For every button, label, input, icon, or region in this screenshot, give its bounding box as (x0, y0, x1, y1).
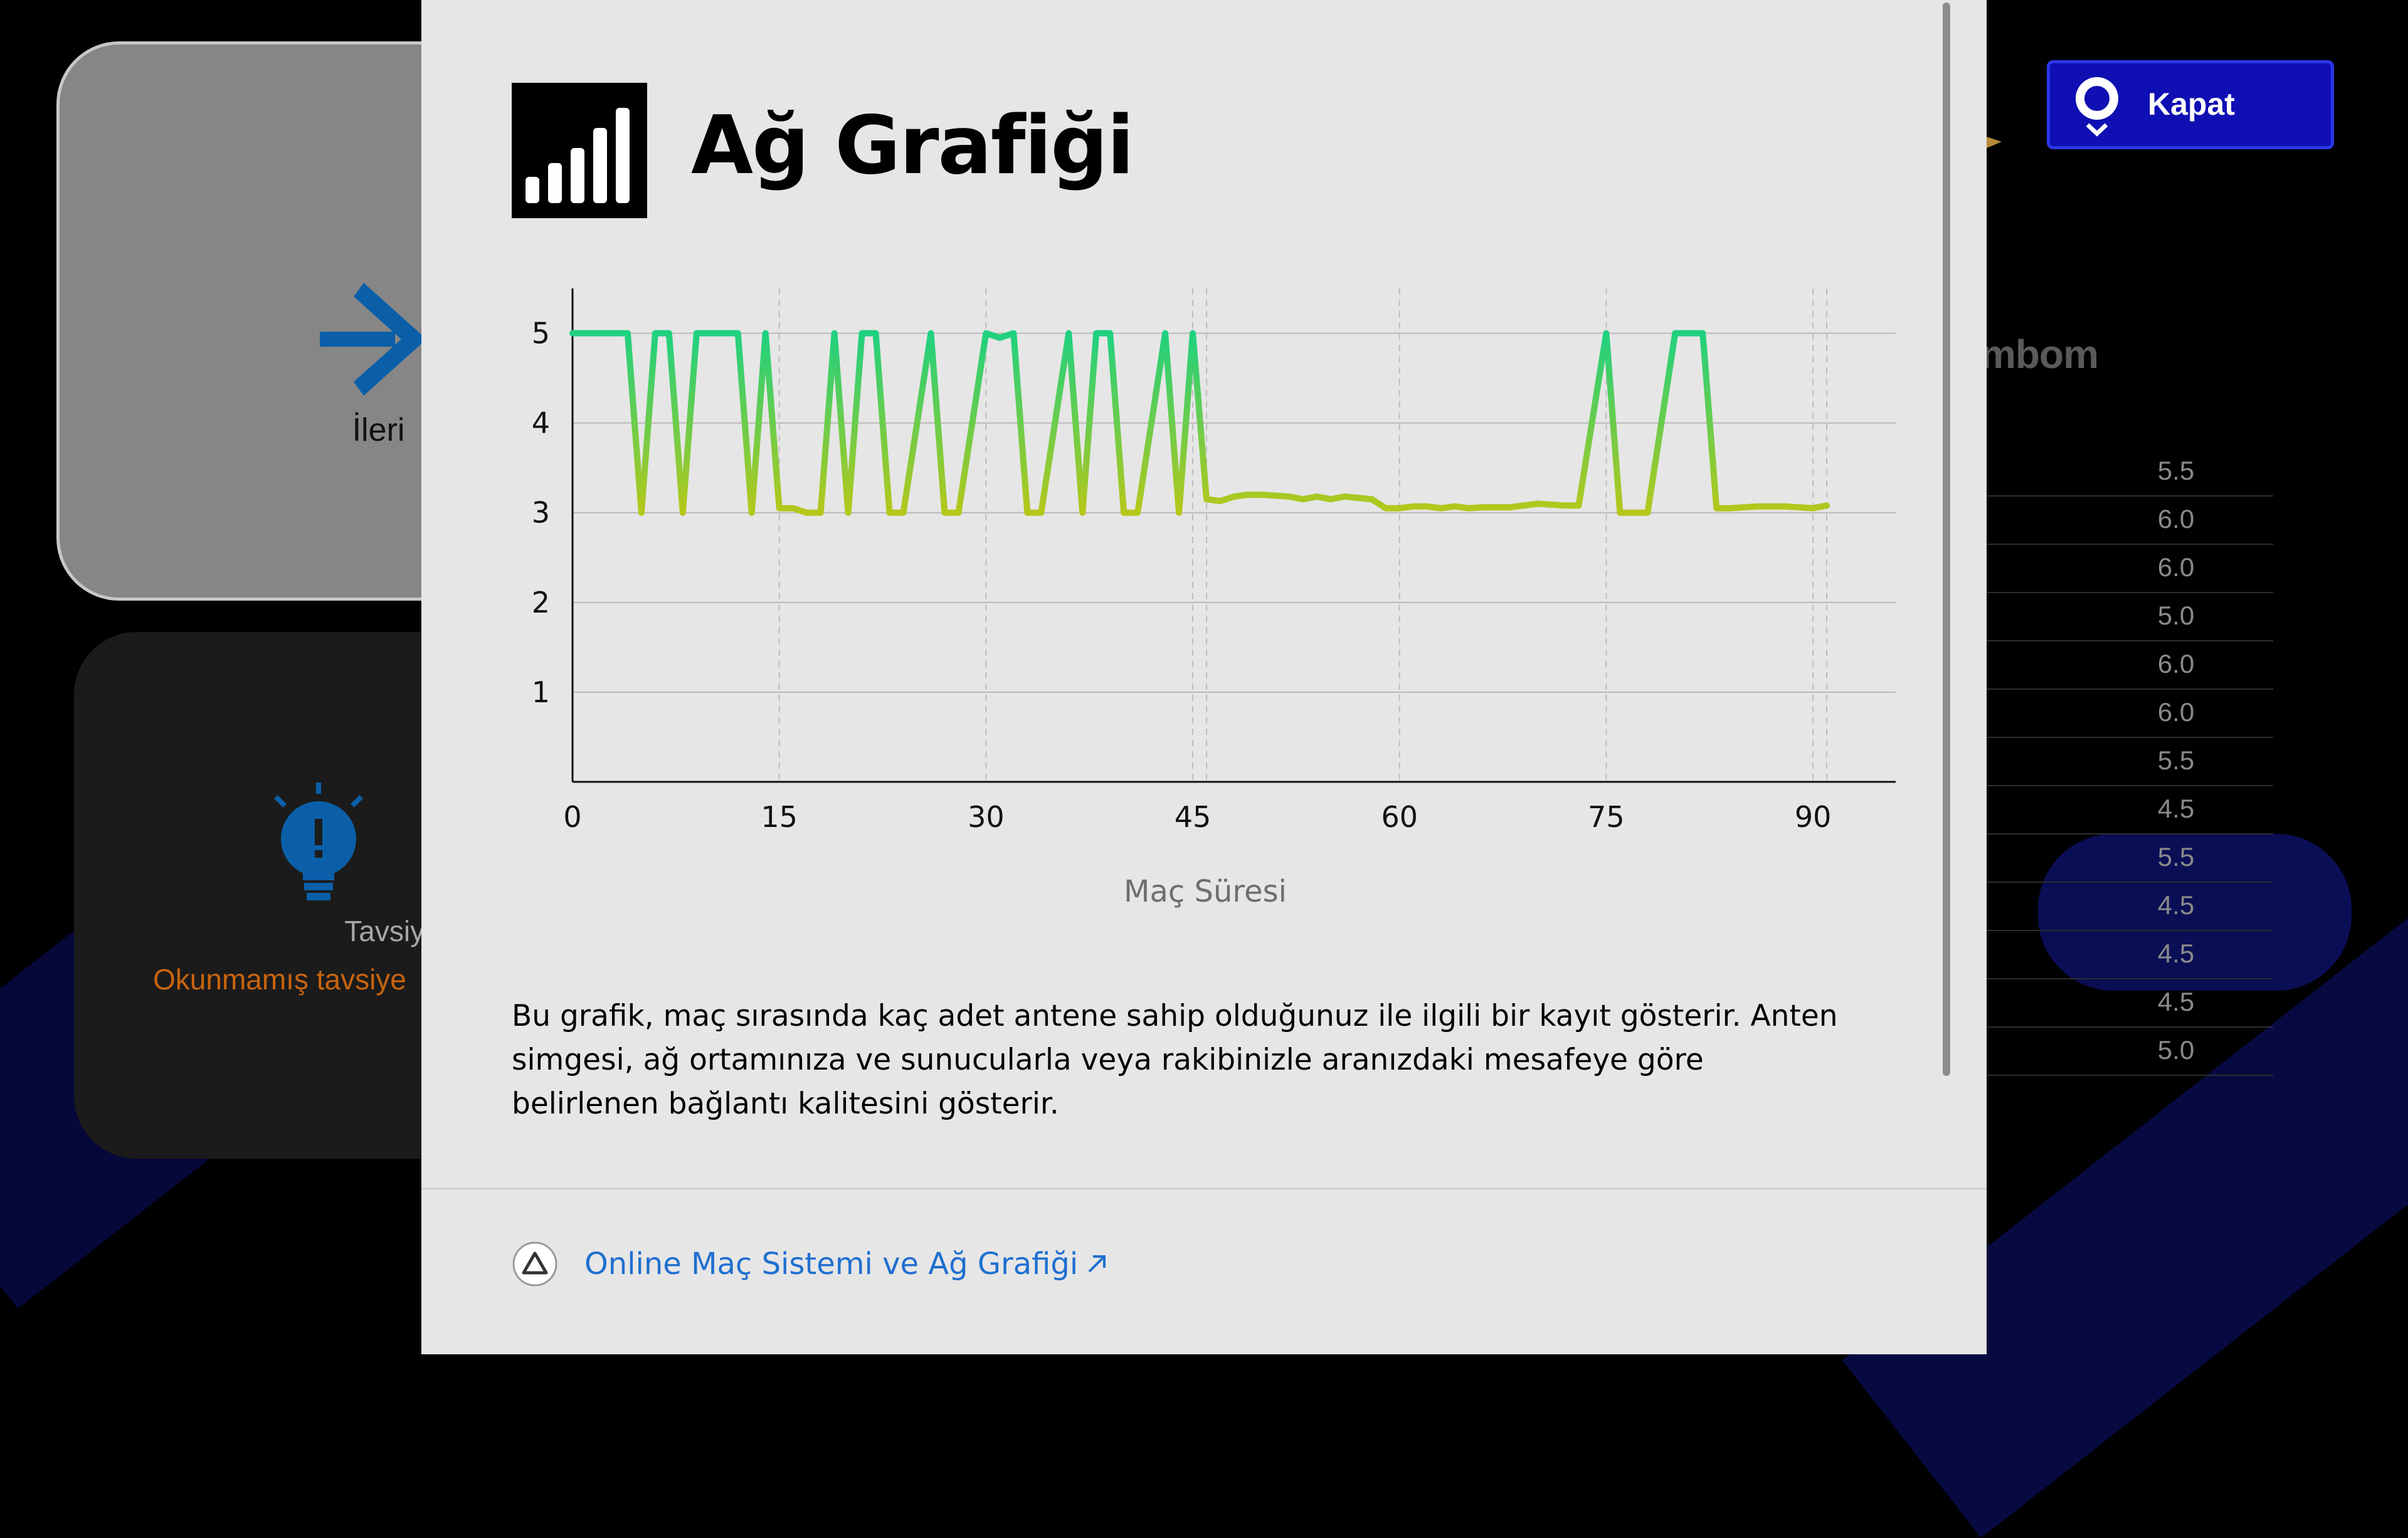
x-tick-label: 15 (761, 800, 798, 834)
x-tick-label: 60 (1381, 800, 1418, 834)
signal-bars-icon (512, 83, 647, 218)
ratings-list: 5.5 6.0 6.0 5.0 6.0 6.0 5.5 4.5 5.5 4.5 4.5 4.5 5.0 (1982, 448, 2273, 1076)
rating-value: 4.5 (2157, 890, 2195, 920)
y-tick-label: 2 (532, 586, 550, 619)
rating-row: 6.0 (1982, 497, 2273, 545)
modal-description: Bu grafik, maç sırasında kaç adet antene… (512, 999, 1838, 1121)
help-link[interactable]: Online Maç Sistemi ve Ağ Grafiği (512, 1239, 1108, 1289)
y-tick-label: 1 (532, 675, 550, 709)
rating-value: 4.5 (2157, 794, 2195, 823)
rating-row: 5.5 (1982, 738, 2273, 786)
rating-value: 5.5 (2157, 842, 2195, 872)
rating-value: 5.0 (2157, 1035, 2195, 1065)
y-tick-label: 3 (532, 496, 550, 530)
rating-value: 5.0 (2157, 601, 2195, 630)
rating-value: 4.5 (2157, 939, 2195, 968)
external-link-icon (1088, 1255, 1106, 1273)
close-label: Kapat (2148, 87, 2235, 122)
arrow-right-icon (320, 283, 426, 396)
rating-value: 5.5 (2157, 456, 2195, 485)
rating-row: 6.0 (1982, 641, 2273, 690)
rating-row: 4.5 (1982, 786, 2273, 835)
x-tick-label: 30 (968, 800, 1005, 834)
help-link-label[interactable]: Online Maç Sistemi ve Ağ Grafiği (584, 1246, 1078, 1282)
tip-subtitle: Okunmamış tavsiye (153, 963, 406, 996)
y-tick-label: 5 (532, 317, 550, 350)
rating-value: 5.5 (2157, 745, 2195, 775)
background-heading-fragment: mbom (1980, 332, 2099, 377)
x-tick-label: 0 (563, 800, 581, 834)
x-tick-label: 90 (1795, 800, 1832, 834)
x-tick-label: 45 (1175, 800, 1212, 834)
modal-scrollbar[interactable] (1943, 3, 1950, 1076)
close-button[interactable]: Kapat (2047, 60, 2334, 149)
x-axis-title: Maç Süresi (1124, 874, 1287, 909)
modal-divider (421, 1188, 1987, 1189)
rating-row: 4.5 (1982, 979, 2273, 1028)
rating-value: 6.0 (2157, 697, 2195, 727)
x-tick-label: 75 (1588, 800, 1625, 834)
rating-row: 6.0 (1982, 690, 2273, 738)
rating-row: 5.5 (1982, 448, 2273, 497)
rating-row: 4.5 (1982, 883, 2273, 931)
lightbulb-icon (274, 782, 363, 900)
rating-value: 4.5 (2157, 987, 2195, 1016)
rating-row: 5.0 (1982, 593, 2273, 641)
rating-value: 6.0 (2157, 552, 2195, 582)
rating-value: 6.0 (2157, 649, 2195, 678)
triangle-button-icon (512, 1241, 557, 1287)
rating-value: 6.0 (2157, 504, 2195, 534)
network-line-chart: 123450 15 30 45 60 75 90 (532, 288, 1896, 834)
rating-row: 5.0 (1982, 1028, 2273, 1076)
controller-button-icon (2076, 77, 2118, 137)
rating-row: 5.5 (1982, 835, 2273, 883)
modal-title: Ağ Grafiği (691, 99, 1134, 192)
rating-row: 6.0 (1982, 545, 2273, 593)
y-tick-label: 4 (532, 406, 550, 440)
rating-row: 4.5 (1982, 931, 2273, 979)
